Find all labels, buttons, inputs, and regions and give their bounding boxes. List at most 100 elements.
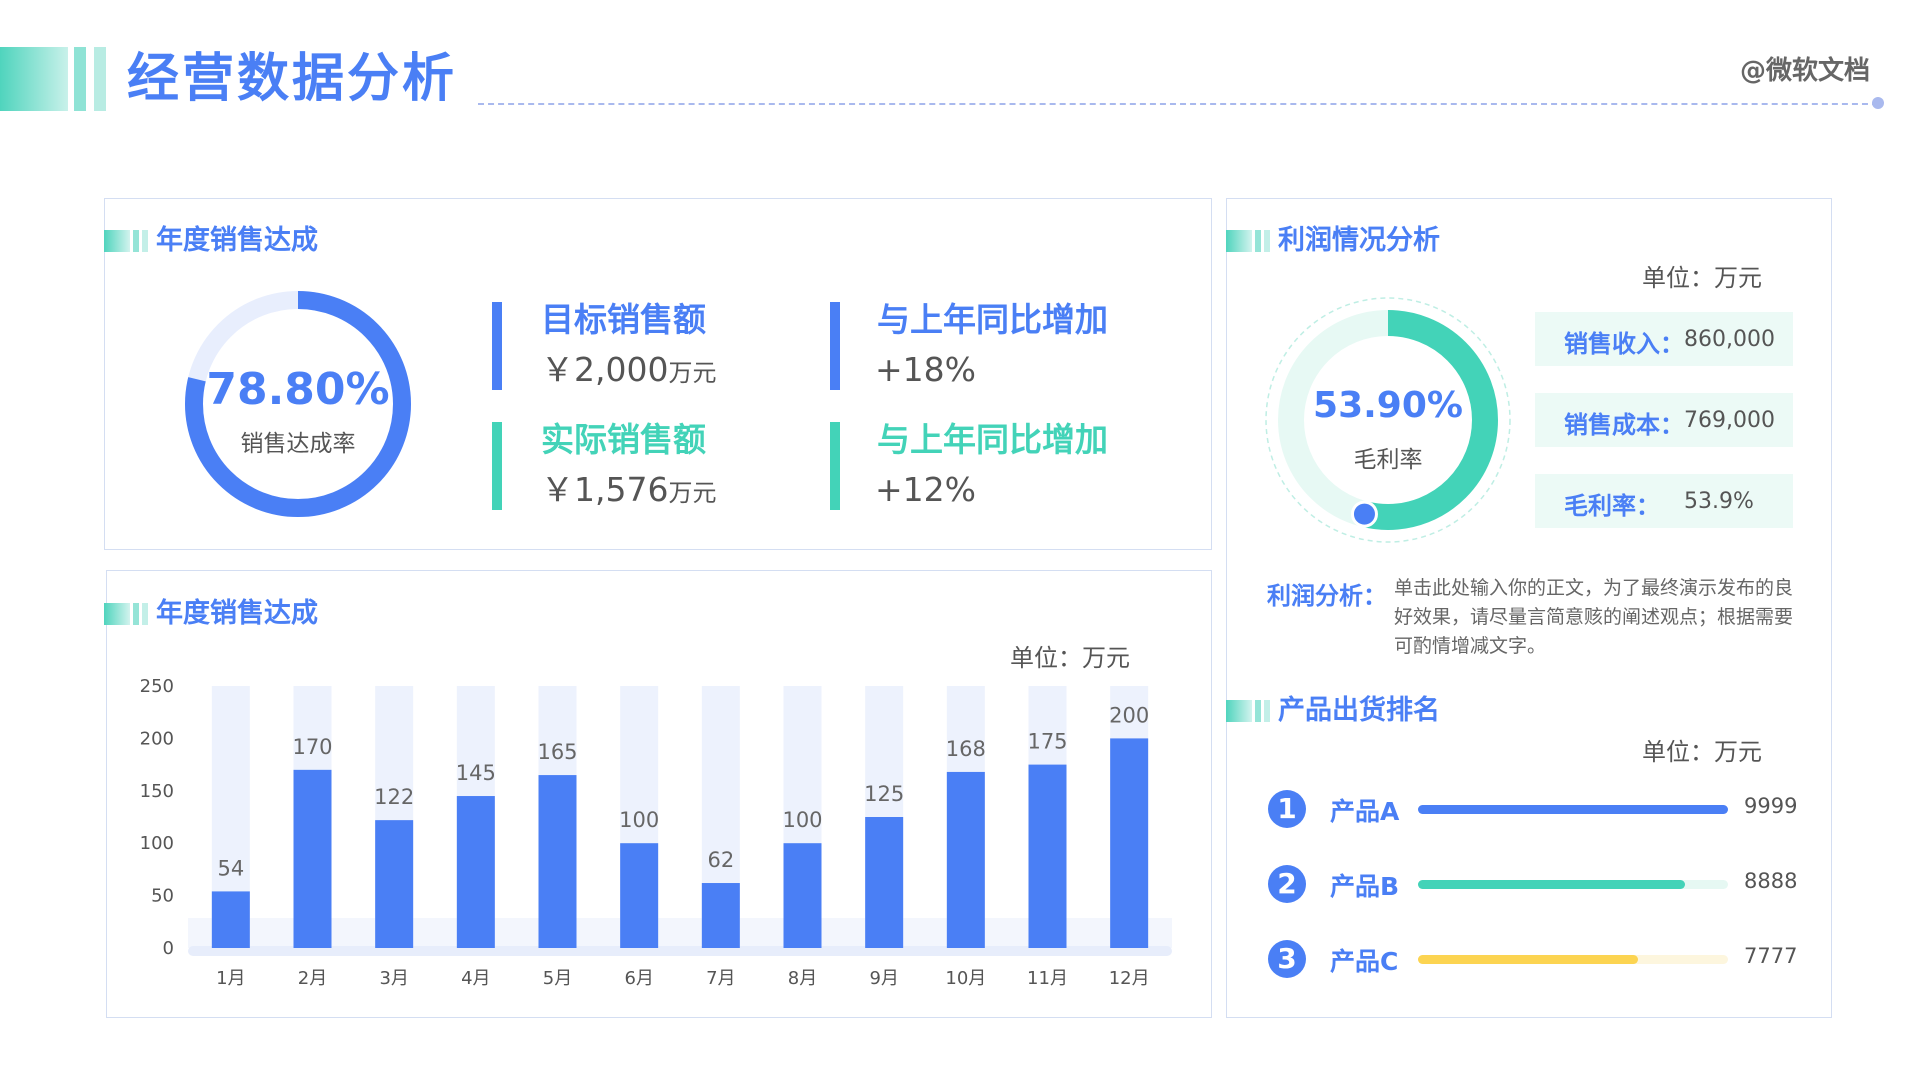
bar-value-label: 122 — [374, 785, 414, 809]
bar — [701, 883, 740, 948]
yoy-value-1: +18% — [875, 350, 976, 389]
header-accent-bar — [0, 47, 68, 111]
bar-value-label: 125 — [864, 782, 904, 806]
bar-value-label: 100 — [619, 808, 659, 832]
bar-value-label: 175 — [1027, 730, 1067, 754]
yoy-label-1: 与上年同比增加 — [877, 300, 1108, 339]
y-tick-label: 50 — [151, 886, 174, 907]
profit-unit-label: 单位：万元 — [1642, 264, 1762, 292]
rank-value: 9999 — [1744, 794, 1798, 818]
section-marker — [142, 230, 148, 252]
x-tick-label: 2月 — [298, 968, 327, 989]
header-accent-bar — [94, 47, 106, 111]
section-marker — [1264, 700, 1270, 722]
section-marker — [1255, 700, 1261, 722]
margin-value: 53.90% — [1313, 385, 1463, 426]
annual-section-title: 年度销售达成 — [156, 225, 318, 256]
bar — [620, 843, 659, 948]
y-tick-label: 0 — [163, 938, 174, 959]
kpi-bar-yoy-2 — [830, 422, 840, 510]
rank-badge: 3 — [1268, 940, 1306, 978]
section-marker — [104, 230, 130, 252]
bar-value-label: 200 — [1109, 703, 1149, 727]
ranking-unit-label: 单位：万元 — [1642, 738, 1762, 766]
target-sales-label: 目标销售额 — [541, 300, 706, 339]
x-tick-label: 11月 — [1027, 968, 1068, 989]
bar-value-label: 168 — [946, 737, 986, 761]
analysis-text[interactable]: 单击此处输入你的正文，为了最终演示发布的良好效果，请尽量言简意赅的阐述观点；根据… — [1394, 574, 1806, 661]
section-marker — [133, 603, 139, 625]
cost-value: 769,000 — [1684, 408, 1775, 433]
bar-value-label: 54 — [217, 856, 244, 880]
brand-label: @微软文档 — [1740, 56, 1871, 86]
margin-arc-end-dot — [1350, 500, 1378, 528]
kpi-bar-yoy-1 — [830, 302, 840, 390]
revenue-key: 销售收入： — [1564, 330, 1684, 358]
rank-product-name: 产品B — [1330, 872, 1400, 901]
x-tick-label: 12月 — [1109, 968, 1150, 989]
actual-sales-value: ￥1,576万元 — [541, 468, 716, 515]
bar-value-label: 100 — [782, 808, 822, 832]
y-tick-label: 150 — [140, 781, 174, 802]
bar-value-label: 62 — [707, 848, 734, 872]
section-marker — [1255, 230, 1261, 252]
y-tick-label: 200 — [140, 728, 174, 749]
kpi-bar-actual — [492, 422, 502, 510]
page-title: 经营数据分析 — [127, 49, 458, 109]
header-divider — [478, 103, 1878, 105]
rank-product-name: 产品C — [1330, 947, 1399, 976]
rank-bar-track — [1418, 955, 1728, 964]
rank-product-name: 产品A — [1330, 797, 1400, 826]
chart-floor-edge — [188, 946, 1172, 956]
bar-value-label: 145 — [456, 761, 496, 785]
section-marker — [1226, 700, 1252, 722]
bar — [538, 775, 577, 948]
x-tick-label: 5月 — [543, 968, 572, 989]
section-marker — [142, 603, 148, 625]
x-tick-label: 10月 — [945, 968, 986, 989]
x-tick-label: 3月 — [379, 968, 408, 989]
rank-value: 8888 — [1744, 869, 1798, 893]
rank-bar-track — [1418, 880, 1728, 889]
y-tick-label: 250 — [140, 676, 174, 697]
x-tick-label: 9月 — [869, 968, 898, 989]
revenue-value: 860,000 — [1684, 327, 1775, 352]
x-tick-label: 4月 — [461, 968, 490, 989]
kpi-bar-target — [492, 302, 502, 390]
x-tick-label: 8月 — [788, 968, 817, 989]
section-marker — [104, 603, 130, 625]
actual-sales-amount: ￥1,576 — [541, 470, 669, 509]
monthly-section-title: 年度销售达成 — [156, 598, 318, 629]
bar — [456, 796, 495, 948]
gross-margin-key: 毛利率： — [1564, 492, 1660, 520]
rank-badge: 1 — [1268, 790, 1306, 828]
rank-bar-fill — [1418, 880, 1685, 889]
x-tick-label: 1月 — [216, 968, 245, 989]
actual-sales-label: 实际销售额 — [541, 420, 706, 459]
bar — [865, 817, 904, 948]
cost-key: 销售成本： — [1564, 411, 1684, 439]
analysis-key: 利润分析： — [1267, 582, 1387, 610]
target-sales-unit: 万元 — [668, 359, 717, 387]
rank-bar-fill — [1418, 805, 1728, 814]
monthly-bar-chart: 0 50 100 150 200 250 54 1月 170 2月 122 3月 145 4月 165 5月 1… — [140, 676, 1172, 989]
actual-sales-unit: 万元 — [668, 479, 717, 507]
bar-value-label: 165 — [537, 740, 577, 764]
yoy-label-2: 与上年同比增加 — [877, 420, 1108, 459]
margin-label: 毛利率 — [1353, 447, 1423, 473]
bar — [375, 820, 414, 948]
header-accent-bar — [74, 47, 86, 111]
x-tick-label: 6月 — [624, 968, 653, 989]
yoy-value-2: +12% — [875, 470, 976, 509]
bar — [211, 891, 250, 948]
bar — [293, 769, 332, 948]
rank-badge: 2 — [1268, 865, 1306, 903]
bar — [1110, 738, 1149, 948]
section-marker — [133, 230, 139, 252]
achievement-rate-value: 78.80% — [206, 364, 390, 415]
bar — [1028, 764, 1067, 948]
bar — [783, 843, 822, 948]
bar-value-label: 170 — [292, 735, 332, 759]
rank-value: 7777 — [1744, 944, 1798, 968]
ranking-section-title: 产品出货排名 — [1278, 695, 1440, 726]
